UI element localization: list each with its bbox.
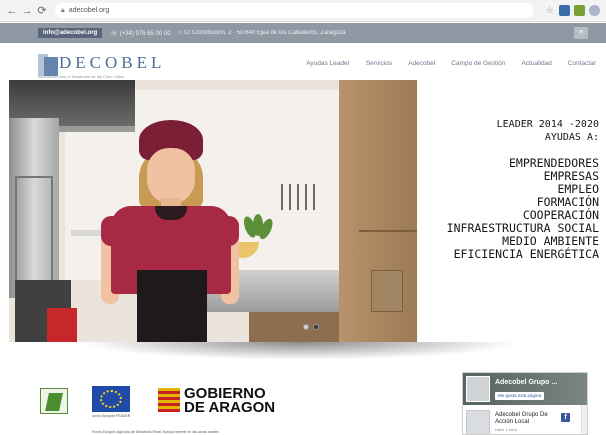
address-bar[interactable]: 🔒︎ adecobel.org: [55, 3, 534, 18]
slider-dot[interactable]: [303, 324, 309, 330]
chef-figure: [101, 120, 239, 342]
phone-icon: ☏: [110, 30, 118, 37]
reload-icon[interactable]: ⟳: [36, 4, 48, 18]
fb-post: Adecobel Grupo De Acción Local Hace 1 ho…: [463, 405, 587, 434]
leader-logo[interactable]: [40, 388, 68, 414]
nav-item-actualidad[interactable]: Actualidad: [521, 60, 551, 67]
address-value: C/ Constitución, 2 · 50.640 Ejea de los …: [184, 30, 346, 36]
url-text: adecobel.org: [68, 7, 110, 14]
fb-like-button[interactable]: Me gusta esta página: [495, 392, 545, 400]
fb-page-thumbnail[interactable]: [466, 376, 490, 402]
extension-icon[interactable]: [559, 5, 570, 16]
fb-page-title[interactable]: Adecobel Grupo ...: [495, 379, 557, 386]
nav-item-servicios[interactable]: Servicios: [366, 60, 392, 67]
main-nav: Ayudas Leader Servicios Adecobel Campo d…: [290, 60, 596, 67]
nav-item-contactar[interactable]: Contactar: [568, 60, 596, 67]
forward-icon[interactable]: →: [21, 4, 33, 18]
phone-text: ☏ (+34) 976 65 00 00: [110, 30, 170, 37]
slider-dot-active[interactable]: [313, 324, 319, 330]
logo-tagline: Asociación para el Desarrollo de las Cin…: [38, 74, 124, 79]
hero-item: EFICIENCIA ENERGÉTICA: [453, 247, 599, 261]
profile-icon[interactable]: [589, 5, 600, 16]
aragon-flag-icon: [158, 388, 180, 412]
facebook-widget[interactable]: Adecobel Grupo ... Me gusta esta página …: [462, 372, 588, 435]
browser-toolbar: ← → ⟳ 🔒︎ adecobel.org ☆: [0, 0, 606, 22]
fb-post-time: Hace 1 hora: [495, 427, 517, 432]
site-header: DECOBEL Asociación para el Desarrollo de…: [0, 43, 606, 80]
gobierno-aragon-logo[interactable]: GOBIERNO DE ARAGON: [184, 386, 276, 416]
site-logo[interactable]: DECOBEL Asociación para el Desarrollo de…: [38, 53, 166, 79]
nav-item-campo-de-gestion[interactable]: Campo de Gestión: [451, 60, 505, 67]
fb-scrollbar[interactable]: [581, 405, 587, 434]
eu-flag-icon[interactable]: [92, 386, 130, 412]
facebook-icon[interactable]: f: [561, 413, 570, 422]
email-link[interactable]: info@adecobel.org: [38, 28, 103, 38]
address-text: ⌂ C/ Constitución, 2 · 50.640 Ejea de los…: [179, 30, 346, 36]
hero-photo: [9, 80, 417, 342]
slider-dots: [303, 324, 323, 330]
location-icon: ⌂: [178, 30, 183, 36]
gov-line-2: DE ARAGON: [184, 399, 276, 416]
hero-heading-line1: LEADER 2014 -2020: [496, 119, 599, 130]
phone-value: (+34) 976 65 00 00: [119, 30, 171, 37]
top-info-bar: info@adecobel.org ☏ (+34) 976 65 00 00 ⌂ C…: [0, 23, 606, 43]
eu-caption: Unión Europea FEADER: [91, 414, 131, 418]
hero-shadow: [80, 342, 520, 360]
hero-heading-line2: AYUDAS A:: [544, 132, 599, 143]
search-toggle-button[interactable]: ≡: [574, 27, 588, 39]
extension-icon[interactable]: [574, 5, 585, 16]
fb-post-author[interactable]: Adecobel Grupo De Acción Local: [495, 412, 555, 426]
logo-name: DECOBEL: [59, 53, 166, 72]
lock-icon: 🔒︎: [61, 6, 65, 14]
hero-text: LEADER 2014 -2020 AYUDAS A: EMPRENDEDORE…: [399, 118, 599, 261]
fb-post-thumbnail[interactable]: [466, 410, 490, 434]
feader-note: Fondo Europeo Agrícola de Desarrollo Rur…: [92, 430, 219, 434]
nav-item-adecobel[interactable]: Adecobel: [408, 60, 435, 67]
hero-slider[interactable]: LEADER 2014 -2020 AYUDAS A: EMPRENDEDORE…: [9, 80, 605, 342]
bookmark-star-icon[interactable]: ☆: [544, 5, 555, 16]
logo-mark-icon: [38, 54, 58, 76]
back-icon[interactable]: ←: [6, 4, 18, 18]
page: ← → ⟳ 🔒︎ adecobel.org ☆ info@adecobel.or…: [0, 0, 606, 435]
fb-cover: Adecobel Grupo ... Me gusta esta página: [463, 373, 587, 405]
nav-item-ayudas-leader[interactable]: Ayudas Leader: [306, 60, 350, 67]
